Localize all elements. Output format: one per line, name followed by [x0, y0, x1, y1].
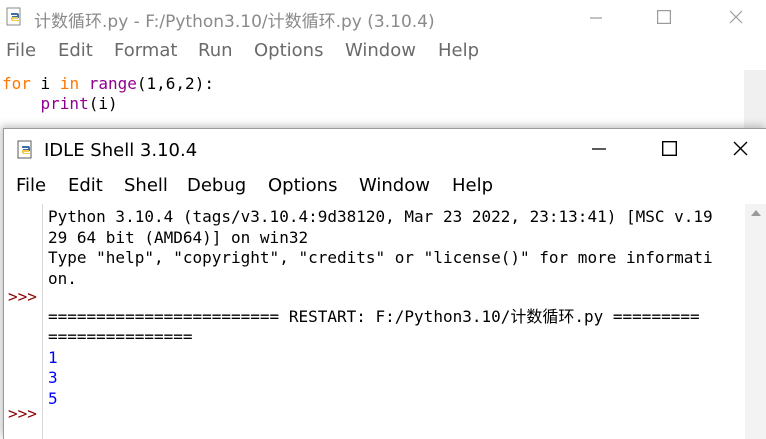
code-line-1: for i in range(1,6,2): — [2, 73, 214, 95]
editor-close-button[interactable] — [713, 0, 759, 36]
shell-menubar: File Edit Shell Debug Options Window Hel… — [4, 175, 766, 203]
shell-menu-help[interactable]: Help — [452, 175, 493, 196]
code-text: i — [30, 74, 60, 93]
python-file-icon — [16, 140, 36, 160]
editor-window-title: 计数循环.py - F:/Python3.10/计数循环.py (3.10.4) — [34, 12, 435, 32]
shell-close-button[interactable] — [717, 129, 763, 171]
keyword-in: in — [59, 74, 80, 93]
keyword-for: for — [2, 74, 31, 93]
shell-menu-options[interactable]: Options — [268, 175, 337, 196]
close-icon — [729, 9, 743, 28]
scroll-up-arrow-icon[interactable] — [751, 210, 761, 216]
shell-minimize-button[interactable] — [576, 129, 622, 171]
editor-menu-edit[interactable]: Edit — [58, 40, 93, 61]
code-line-2: print(i) — [2, 93, 118, 115]
minimize-icon — [590, 9, 602, 28]
shell-titlebar: IDLE Shell 3.10.4 — [4, 129, 766, 171]
editor-menu-file[interactable]: File — [6, 40, 36, 61]
editor-menu-options[interactable]: Options — [254, 40, 323, 61]
output-line: 1 — [48, 348, 58, 367]
editor-code-area[interactable]: for i in range(1,6,2): print(i) — [0, 70, 744, 130]
shell-line: 29 64 bit (AMD64)] on win32 — [48, 228, 309, 247]
minimize-icon — [592, 141, 606, 160]
shell-line: Type "help", "copyright", "credits" or "… — [48, 248, 713, 267]
code-text: (i) — [88, 94, 118, 113]
shell-window: IDLE Shell 3.10.4 File Edit Shell Debug … — [3, 128, 766, 439]
shell-menu-file[interactable]: File — [16, 175, 46, 196]
python-file-icon — [5, 7, 25, 27]
restart-line: ======================== RESTART: F:/Pyt… — [48, 307, 700, 326]
editor-titlebar: 计数循环.py - F:/Python3.10/计数循环.py (3.10.4) — [0, 0, 766, 36]
maximize-icon — [661, 140, 677, 160]
output-line: 3 — [48, 368, 58, 387]
editor-menu-run[interactable]: Run — [198, 40, 233, 61]
shell-prompt: >>> — [8, 404, 37, 423]
editor-menubar: File Edit Format Run Options Window Help — [0, 40, 766, 68]
editor-maximize-button[interactable] — [641, 0, 687, 36]
shell-scrollbar[interactable] — [745, 204, 766, 439]
shell-window-title: IDLE Shell 3.10.4 — [44, 140, 198, 161]
shell-menu-edit[interactable]: Edit — [68, 175, 103, 196]
editor-menu-window[interactable]: Window — [345, 40, 416, 61]
shell-prompt: >>> — [8, 287, 37, 306]
restart-line: =============== — [48, 327, 193, 346]
builtin-range: range — [88, 74, 137, 93]
shell-line: on. — [48, 269, 77, 288]
close-icon — [733, 141, 748, 160]
shell-menu-window[interactable]: Window — [359, 175, 430, 196]
code-text: (1,6,2): — [136, 74, 214, 93]
shell-menu-debug[interactable]: Debug — [187, 175, 246, 196]
output-line: 5 — [48, 389, 58, 408]
shell-maximize-button[interactable] — [646, 129, 692, 171]
editor-scrollbar[interactable] — [744, 70, 766, 130]
builtin-print: print — [40, 94, 89, 113]
editor-menu-help[interactable]: Help — [438, 40, 479, 61]
shell-line: Python 3.10.4 (tags/v3.10.4:9d38120, Mar… — [48, 207, 713, 226]
maximize-icon — [657, 9, 672, 28]
shell-menu-shell[interactable]: Shell — [124, 175, 168, 196]
shell-prompt-gutter: >>> >>> — [4, 204, 43, 439]
editor-menu-format[interactable]: Format — [114, 40, 177, 61]
editor-minimize-button[interactable] — [573, 0, 619, 36]
